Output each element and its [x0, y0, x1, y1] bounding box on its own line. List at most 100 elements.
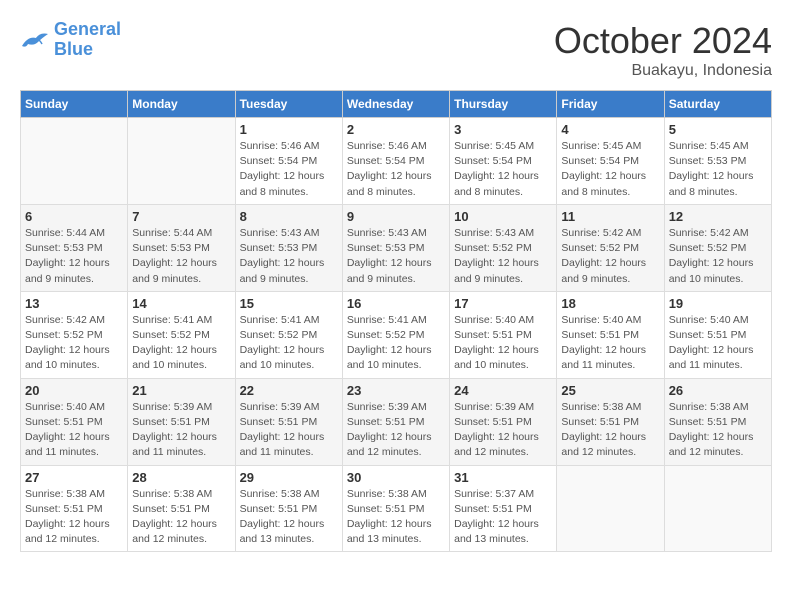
day-number: 10 — [454, 209, 552, 224]
calendar-cell: 12 Sunrise: 5:42 AM Sunset: 5:52 PM Dayli… — [664, 204, 771, 291]
calendar-cell: 15 Sunrise: 5:41 AM Sunset: 5:52 PM Dayli… — [235, 291, 342, 378]
weekday-header-row: SundayMondayTuesdayWednesdayThursdayFrid… — [21, 91, 772, 118]
weekday-header-cell: Saturday — [664, 91, 771, 118]
month-year-title: October 2024 — [554, 20, 772, 62]
day-number: 4 — [561, 122, 659, 137]
day-number: 23 — [347, 383, 445, 398]
day-info: Sunrise: 5:44 AM Sunset: 5:53 PM Dayligh… — [25, 226, 123, 287]
day-info: Sunrise: 5:39 AM Sunset: 5:51 PM Dayligh… — [240, 400, 338, 461]
day-info: Sunrise: 5:42 AM Sunset: 5:52 PM Dayligh… — [25, 313, 123, 374]
day-number: 17 — [454, 296, 552, 311]
calendar-cell: 28 Sunrise: 5:38 AM Sunset: 5:51 PM Dayli… — [128, 465, 235, 552]
calendar-cell: 11 Sunrise: 5:42 AM Sunset: 5:52 PM Dayli… — [557, 204, 664, 291]
day-info: Sunrise: 5:43 AM Sunset: 5:53 PM Dayligh… — [347, 226, 445, 287]
calendar-cell: 20 Sunrise: 5:40 AM Sunset: 5:51 PM Dayli… — [21, 378, 128, 465]
day-number: 5 — [669, 122, 767, 137]
calendar-cell: 4 Sunrise: 5:45 AM Sunset: 5:54 PM Daylig… — [557, 118, 664, 205]
day-info: Sunrise: 5:41 AM Sunset: 5:52 PM Dayligh… — [132, 313, 230, 374]
logo: General Blue — [20, 20, 121, 60]
day-number: 28 — [132, 470, 230, 485]
calendar-week-row: 1Sunrise: 5:46 AM Sunset: 5:54 PM Daylig… — [21, 118, 772, 205]
day-number: 20 — [25, 383, 123, 398]
calendar-cell: 9 Sunrise: 5:43 AM Sunset: 5:53 PM Daylig… — [342, 204, 449, 291]
calendar-cell: 22 Sunrise: 5:39 AM Sunset: 5:51 PM Dayli… — [235, 378, 342, 465]
day-info: Sunrise: 5:39 AM Sunset: 5:51 PM Dayligh… — [132, 400, 230, 461]
calendar-cell — [21, 118, 128, 205]
day-info: Sunrise: 5:38 AM Sunset: 5:51 PM Dayligh… — [25, 487, 123, 548]
calendar-week-row: 20 Sunrise: 5:40 AM Sunset: 5:51 PM Dayli… — [21, 378, 772, 465]
location-subtitle: Buakayu, Indonesia — [554, 62, 772, 80]
day-info: Sunrise: 5:42 AM Sunset: 5:52 PM Dayligh… — [669, 226, 767, 287]
calendar-cell: 14 Sunrise: 5:41 AM Sunset: 5:52 PM Dayli… — [128, 291, 235, 378]
day-number: 3 — [454, 122, 552, 137]
day-info: Sunrise: 5:40 AM Sunset: 5:51 PM Dayligh… — [669, 313, 767, 374]
day-info: Sunrise: 5:39 AM Sunset: 5:51 PM Dayligh… — [454, 400, 552, 461]
day-number: 24 — [454, 383, 552, 398]
calendar-cell — [557, 465, 664, 552]
day-number: 19 — [669, 296, 767, 311]
day-number: 2 — [347, 122, 445, 137]
day-info: Sunrise: 5:38 AM Sunset: 5:51 PM Dayligh… — [347, 487, 445, 548]
day-info: Sunrise: 5:45 AM Sunset: 5:54 PM Dayligh… — [561, 139, 659, 200]
weekday-header-cell: Tuesday — [235, 91, 342, 118]
day-number: 30 — [347, 470, 445, 485]
calendar-cell: 24 Sunrise: 5:39 AM Sunset: 5:51 PM Dayli… — [450, 378, 557, 465]
day-number: 11 — [561, 209, 659, 224]
calendar-cell: 6 Sunrise: 5:44 AM Sunset: 5:53 PM Daylig… — [21, 204, 128, 291]
calendar-week-row: 13 Sunrise: 5:42 AM Sunset: 5:52 PM Dayli… — [21, 291, 772, 378]
calendar-cell: 21 Sunrise: 5:39 AM Sunset: 5:51 PM Dayli… — [128, 378, 235, 465]
logo-bird-icon — [20, 28, 50, 52]
day-number: 21 — [132, 383, 230, 398]
day-info: Sunrise: 5:41 AM Sunset: 5:52 PM Dayligh… — [347, 313, 445, 374]
logo-text: General Blue — [54, 20, 121, 60]
day-info: Sunrise: 5:40 AM Sunset: 5:51 PM Dayligh… — [25, 400, 123, 461]
day-number: 14 — [132, 296, 230, 311]
day-number: 25 — [561, 383, 659, 398]
day-number: 22 — [240, 383, 338, 398]
day-info: Sunrise: 5:41 AM Sunset: 5:52 PM Dayligh… — [240, 313, 338, 374]
day-number: 27 — [25, 470, 123, 485]
day-info: Sunrise: 5:37 AM Sunset: 5:51 PM Dayligh… — [454, 487, 552, 548]
calendar-cell: 29Sunrise: 5:38 AM Sunset: 5:51 PM Dayli… — [235, 465, 342, 552]
calendar-cell: 7Sunrise: 5:44 AM Sunset: 5:53 PM Daylig… — [128, 204, 235, 291]
weekday-header-cell: Sunday — [21, 91, 128, 118]
calendar-cell: 2 Sunrise: 5:46 AM Sunset: 5:54 PM Daylig… — [342, 118, 449, 205]
weekday-header-cell: Thursday — [450, 91, 557, 118]
calendar-cell: 18Sunrise: 5:40 AM Sunset: 5:51 PM Dayli… — [557, 291, 664, 378]
calendar-cell: 17Sunrise: 5:40 AM Sunset: 5:51 PM Dayli… — [450, 291, 557, 378]
calendar-cell — [128, 118, 235, 205]
calendar-cell: 23Sunrise: 5:39 AM Sunset: 5:51 PM Dayli… — [342, 378, 449, 465]
day-number: 29 — [240, 470, 338, 485]
day-number: 7 — [132, 209, 230, 224]
weekday-header-cell: Wednesday — [342, 91, 449, 118]
day-number: 13 — [25, 296, 123, 311]
day-info: Sunrise: 5:38 AM Sunset: 5:51 PM Dayligh… — [132, 487, 230, 548]
day-info: Sunrise: 5:43 AM Sunset: 5:53 PM Dayligh… — [240, 226, 338, 287]
day-info: Sunrise: 5:46 AM Sunset: 5:54 PM Dayligh… — [347, 139, 445, 200]
day-info: Sunrise: 5:43 AM Sunset: 5:52 PM Dayligh… — [454, 226, 552, 287]
page-header: General Blue October 2024 Buakayu, Indon… — [20, 20, 772, 80]
calendar-cell: 19 Sunrise: 5:40 AM Sunset: 5:51 PM Dayli… — [664, 291, 771, 378]
calendar-cell: 10 Sunrise: 5:43 AM Sunset: 5:52 PM Dayli… — [450, 204, 557, 291]
calendar-cell: 3Sunrise: 5:45 AM Sunset: 5:54 PM Daylig… — [450, 118, 557, 205]
weekday-header-cell: Friday — [557, 91, 664, 118]
day-number: 8 — [240, 209, 338, 224]
day-info: Sunrise: 5:38 AM Sunset: 5:51 PM Dayligh… — [669, 400, 767, 461]
calendar-cell: 30 Sunrise: 5:38 AM Sunset: 5:51 PM Dayli… — [342, 465, 449, 552]
calendar-table: SundayMondayTuesdayWednesdayThursdayFrid… — [20, 90, 772, 552]
day-info: Sunrise: 5:42 AM Sunset: 5:52 PM Dayligh… — [561, 226, 659, 287]
day-number: 16 — [347, 296, 445, 311]
calendar-cell: 27 Sunrise: 5:38 AM Sunset: 5:51 PM Dayli… — [21, 465, 128, 552]
day-number: 9 — [347, 209, 445, 224]
calendar-cell: 16 Sunrise: 5:41 AM Sunset: 5:52 PM Dayli… — [342, 291, 449, 378]
calendar-body: 1Sunrise: 5:46 AM Sunset: 5:54 PM Daylig… — [21, 118, 772, 552]
day-number: 12 — [669, 209, 767, 224]
day-info: Sunrise: 5:38 AM Sunset: 5:51 PM Dayligh… — [561, 400, 659, 461]
calendar-week-row: 27 Sunrise: 5:38 AM Sunset: 5:51 PM Dayli… — [21, 465, 772, 552]
calendar-cell: 5Sunrise: 5:45 AM Sunset: 5:53 PM Daylig… — [664, 118, 771, 205]
day-number: 26 — [669, 383, 767, 398]
day-number: 31 — [454, 470, 552, 485]
calendar-cell: 13 Sunrise: 5:42 AM Sunset: 5:52 PM Dayli… — [21, 291, 128, 378]
day-number: 6 — [25, 209, 123, 224]
day-number: 15 — [240, 296, 338, 311]
